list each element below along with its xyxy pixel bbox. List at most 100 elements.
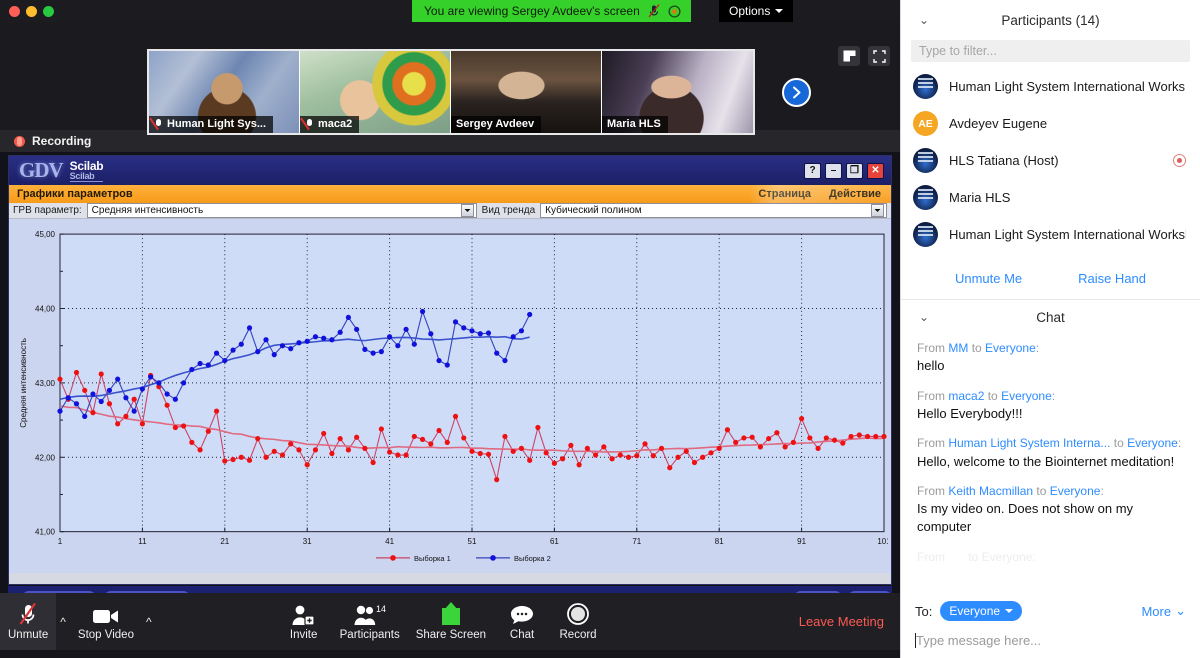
chat-message-input[interactable] (916, 632, 1186, 648)
video-options-caret[interactable]: ^ (142, 615, 156, 629)
window-traffic-lights[interactable] (0, 5, 54, 17)
parameter-chart: 41,00 42,00 43,00 44,00 45,00 1 11 21 31 41 51 61 71… (9, 218, 891, 573)
thumbnail-name-badge: Maria HLS (602, 116, 668, 133)
toolbar-stop-video-button[interactable]: Stop Video (70, 593, 142, 650)
help-button[interactable]: ? (804, 162, 821, 179)
chat-input-row[interactable] (915, 626, 1186, 654)
options-label: Options (729, 4, 771, 18)
participant-row[interactable]: Human Light System International Works..… (901, 68, 1200, 105)
maximize-window-button[interactable] (43, 5, 54, 17)
chat-to-label: To: (915, 603, 933, 619)
chat-panel-header[interactable]: ⌄ Chat (901, 300, 1200, 334)
chat-message: From Human Light System Interna... to Ev… (917, 435, 1184, 471)
participants-filter[interactable] (911, 40, 1190, 62)
leave-meeting-button[interactable]: Leave Meeting (799, 614, 884, 629)
chat-from-prefix: From (917, 341, 945, 355)
gdv-logo-text: GDV (19, 158, 64, 183)
thumbnail-name-badge: Human Light Sys... (149, 116, 274, 133)
toolbar-share-screen-button[interactable]: Share Screen (408, 593, 494, 650)
raise-hand-button[interactable]: Raise Hand (1078, 271, 1146, 286)
chat-composer: To: Everyone More ⌄ (901, 596, 1200, 658)
chat-message-text: Hello, welcome to the Biointernet medita… (917, 453, 1175, 469)
chevron-down-icon[interactable]: ⌄ (919, 310, 929, 324)
meeting-main-area: You are viewing Sergey Avdeev's screen O… (0, 0, 900, 658)
gdv-parameter-value: Средняя интенсивность (91, 204, 204, 216)
mic-muted-icon (648, 4, 660, 18)
toolbar-chat-button[interactable]: Chat (494, 593, 550, 650)
thumbnail-name: Sergey Avdeev (456, 118, 535, 130)
chat-message-meta: From maca2 to Everyone: (917, 388, 1056, 403)
participant-row[interactable]: Maria HLS (901, 179, 1200, 216)
chevron-down-icon[interactable]: ⌄ (919, 13, 929, 27)
recording-label: Recording (32, 134, 92, 148)
chat-recipient: Everyone (1049, 483, 1101, 498)
svg-text:11: 11 (138, 536, 147, 545)
chat-message: From Keith Macmillan to Everyone: Is my … (917, 483, 1184, 537)
close-window-button[interactable] (9, 5, 20, 17)
scilab-menubar-title: Графики параметров (17, 187, 133, 200)
fullscreen-icon[interactable] (868, 46, 890, 66)
next-page-button[interactable] (782, 78, 811, 107)
toolbar-record-button[interactable]: Record (550, 593, 606, 650)
video-thumbnail[interactable]: maca2 (300, 51, 451, 133)
minimize-button[interactable]: – (825, 162, 842, 179)
participant-row[interactable]: Human Light System International Worksho… (901, 216, 1200, 253)
svg-text:Выборка 2: Выборка 2 (514, 553, 551, 562)
svg-text:41: 41 (385, 536, 394, 545)
participant-row[interactable]: AE Avdeyev Eugene (901, 105, 1200, 142)
toolbar-unmute-button[interactable]: Unmute (0, 593, 57, 650)
trend-type-label: Вид тренда (481, 204, 536, 216)
macos-titlebar: You are viewing Sergey Avdeev's screen O… (0, 0, 900, 22)
participant-row[interactable]: HLS Tatiana (Host) (901, 142, 1200, 179)
svg-text:71: 71 (632, 536, 641, 545)
close-button[interactable]: ✕ (867, 162, 884, 179)
video-thumbnail[interactable]: Maria HLS (602, 51, 753, 133)
filmstrip-view-controls (838, 46, 890, 66)
svg-text:1: 1 (58, 536, 63, 545)
filter-input[interactable] (919, 44, 1182, 58)
svg-text:44,00: 44,00 (35, 304, 56, 313)
chat-sender: MM (948, 341, 969, 355)
chat-message-list[interactable]: From MM to Everyone: hello From maca2 to… (901, 334, 1200, 596)
video-thumbnail[interactable]: Human Light Sys... (149, 51, 300, 133)
chat-message-meta: From MM to Everyone: (917, 341, 1040, 355)
options-button[interactable]: Options (719, 0, 794, 22)
chat-recipient: Everyone (1001, 388, 1052, 403)
video-filmstrip: Human Light Sys... maca2 Sergey Avdeev M… (0, 22, 900, 135)
avatar (913, 74, 938, 99)
video-thumbnail[interactable]: Sergey Avdeev (451, 51, 602, 133)
chart-canvas: 41,0042,0043,0044,0045,001 11 21 31 41 51 61 71… (12, 221, 891, 570)
chat-message: From maca2 to Everyone: Hello Everybody!… (917, 388, 1184, 424)
menu-page[interactable]: Страница (758, 188, 811, 200)
scilab-menubar-right: Страница Действие (758, 188, 881, 200)
record-icon (566, 602, 590, 626)
toolbar-participants-button[interactable]: 14 Participants (332, 593, 408, 650)
gdv-parameter-select[interactable]: Средняя интенсивность (86, 202, 477, 218)
participants-title: Participants (14) (1001, 12, 1100, 28)
toolbar-invite-label: Invite (289, 629, 318, 641)
unmute-me-button[interactable]: Unmute Me (955, 271, 1022, 286)
audio-options-caret[interactable]: ^ (56, 615, 70, 629)
chat-message-partial: From to Everyone: (917, 549, 1184, 566)
svg-text:91: 91 (797, 536, 806, 545)
chat-more-button[interactable]: More ⌄ (1141, 603, 1186, 619)
thumbnail-name: Human Light Sys... (167, 118, 267, 130)
toolbar-invite-button[interactable]: Invite (276, 593, 332, 650)
toolbar-chat-label: Chat (509, 629, 535, 641)
participants-panel-header[interactable]: ⌄ Participants (14) (901, 0, 1200, 40)
scilab-title-bar: GDV Scilab Scilab ? – ❐ ✕ (9, 156, 891, 186)
participants-actions: Unmute Me Raise Hand (901, 257, 1200, 299)
menu-action[interactable]: Действие (829, 188, 881, 200)
trend-type-select[interactable]: Кубический полином (540, 202, 887, 218)
chevron-down-icon[interactable] (871, 203, 884, 217)
view-layout-icon[interactable] (838, 46, 860, 66)
chat-from-prefix: From (917, 436, 945, 451)
participants-list: Human Light System International Works..… (901, 62, 1200, 253)
chat-recipient-select[interactable]: Everyone (940, 601, 1023, 621)
minimize-window-button[interactable] (26, 5, 37, 17)
restore-button[interactable]: ❐ (846, 162, 863, 179)
chat-message-text: Hello Everybody!!! (917, 405, 1023, 421)
chat-sender: Keith Macmillan (948, 483, 1034, 498)
chevron-down-icon[interactable] (460, 203, 474, 217)
svg-text:43,00: 43,00 (35, 378, 56, 387)
